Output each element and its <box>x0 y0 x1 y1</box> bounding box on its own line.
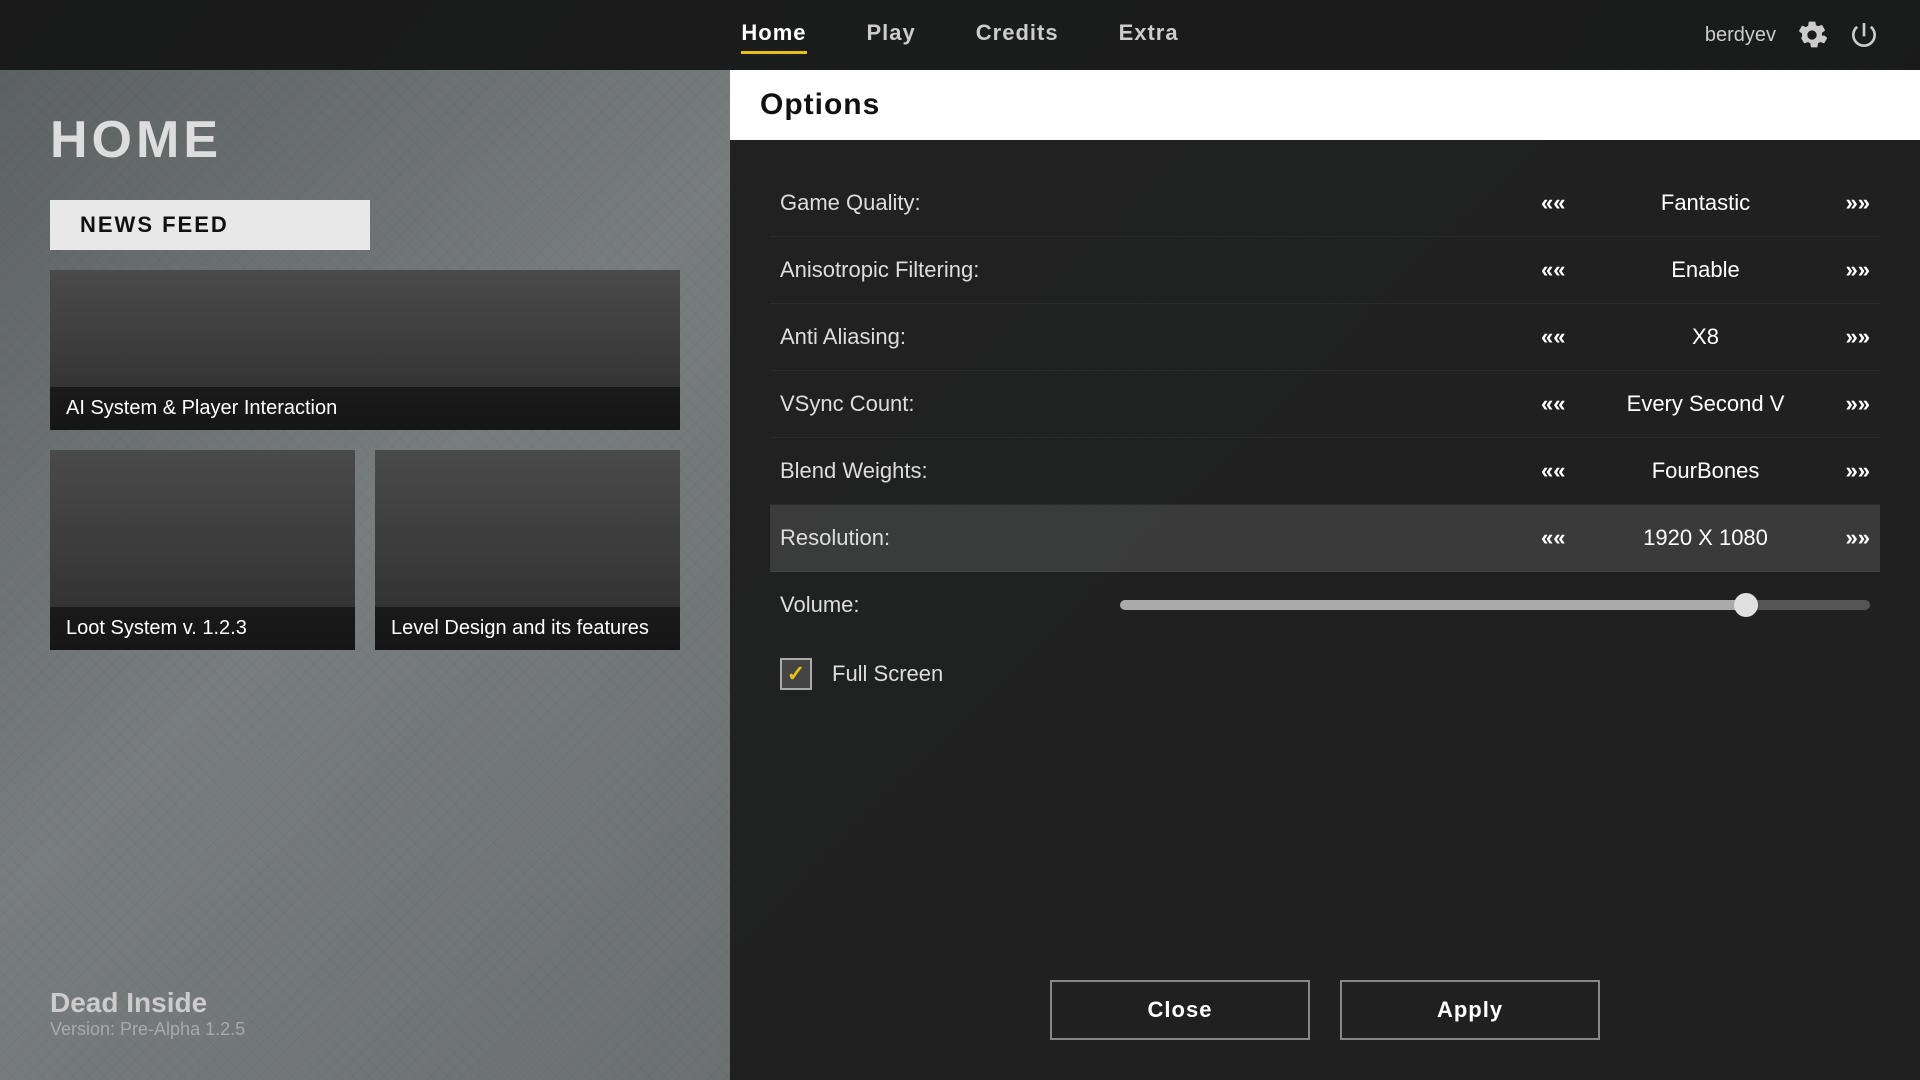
resolution-next[interactable]: »» <box>1846 525 1870 551</box>
resolution-value: 1920 X 1080 <box>1596 525 1816 551</box>
checkbox-check-icon: ✓ <box>787 661 805 687</box>
news-cards: AI System & Player Interaction Loot Syst… <box>50 270 680 650</box>
options-header: Options <box>730 70 1920 140</box>
options-panel: Options Game Quality: «« Fantastic »» An… <box>730 70 1920 1080</box>
blend-weights-prev[interactable]: «« <box>1541 458 1565 484</box>
option-label-anti-aliasing: Anti Aliasing: <box>780 324 1080 350</box>
option-label-anisotropic: Anisotropic Filtering: <box>780 257 1080 283</box>
game-quality-value: Fantastic <box>1596 190 1816 216</box>
home-title: HOME <box>50 110 680 170</box>
option-label-blend-weights: Blend Weights: <box>780 458 1080 484</box>
fullscreen-checkbox[interactable]: ✓ <box>780 658 812 690</box>
news-card-loot[interactable]: Loot System v. 1.2.3 <box>50 450 355 650</box>
volume-row: Volume: <box>770 572 1880 638</box>
fullscreen-row: ✓ Full Screen <box>770 638 1880 710</box>
nav-item-credits[interactable]: Credits <box>976 20 1059 50</box>
vsync-next[interactable]: »» <box>1846 391 1870 417</box>
news-card-large[interactable]: AI System & Player Interaction <box>50 270 680 430</box>
option-control-anti-aliasing: «« X8 »» <box>1541 324 1870 350</box>
option-row-game-quality: Game Quality: «« Fantastic »» <box>770 170 1880 237</box>
option-control-anisotropic: «« Enable »» <box>1541 257 1870 283</box>
anti-aliasing-prev[interactable]: «« <box>1541 324 1565 350</box>
news-card-level[interactable]: Level Design and its features <box>375 450 680 650</box>
volume-slider[interactable] <box>1120 600 1870 610</box>
apply-button[interactable]: Apply <box>1340 980 1600 1040</box>
option-label-game-quality: Game Quality: <box>780 190 1080 216</box>
slider-fill <box>1120 600 1758 610</box>
news-card-label-loot: Loot System v. 1.2.3 <box>50 607 355 650</box>
navbar: Home Play Credits Extra berdyev <box>0 0 1920 70</box>
power-icon[interactable] <box>1848 19 1880 51</box>
option-label-vsync: VSync Count: <box>780 391 1080 417</box>
anisotropic-next[interactable]: »» <box>1846 257 1870 283</box>
anti-aliasing-value: X8 <box>1596 324 1816 350</box>
news-cards-row: Loot System v. 1.2.3 Level Design and it… <box>50 450 680 650</box>
gear-icon[interactable] <box>1796 19 1828 51</box>
nav-right: berdyev <box>1705 19 1880 51</box>
main-area: HOME NEWS FEED AI System & Player Intera… <box>0 70 1920 1080</box>
blend-weights-next[interactable]: »» <box>1846 458 1870 484</box>
game-quality-prev[interactable]: «« <box>1541 190 1565 216</box>
anti-aliasing-next[interactable]: »» <box>1846 324 1870 350</box>
fullscreen-label: Full Screen <box>832 661 943 687</box>
nav-item-home[interactable]: Home <box>741 20 806 50</box>
blend-weights-value: FourBones <box>1596 458 1816 484</box>
left-panel: HOME NEWS FEED AI System & Player Intera… <box>0 70 730 1080</box>
option-row-anti-aliasing: Anti Aliasing: «« X8 »» <box>770 304 1880 371</box>
options-footer: Close Apply <box>730 960 1920 1080</box>
nav-item-play[interactable]: Play <box>867 20 916 50</box>
newsfeed-tab[interactable]: NEWS FEED <box>50 200 370 250</box>
nav-links: Home Play Credits Extra <box>40 20 1880 50</box>
option-control-resolution: «« 1920 X 1080 »» <box>1541 525 1870 551</box>
options-body: Game Quality: «« Fantastic »» Anisotropi… <box>730 140 1920 960</box>
volume-label: Volume: <box>780 592 1080 618</box>
resolution-prev[interactable]: «« <box>1541 525 1565 551</box>
vsync-prev[interactable]: «« <box>1541 391 1565 417</box>
anisotropic-prev[interactable]: «« <box>1541 257 1565 283</box>
option-control-blend-weights: «« FourBones »» <box>1541 458 1870 484</box>
vsync-value: Every Second V <box>1596 391 1816 417</box>
close-button[interactable]: Close <box>1050 980 1310 1040</box>
news-card-label-level: Level Design and its features <box>375 607 680 650</box>
username-label: berdyev <box>1705 24 1776 47</box>
option-label-resolution: Resolution: <box>780 525 1080 551</box>
news-card-label-ai: AI System & Player Interaction <box>50 387 680 430</box>
option-control-game-quality: «« Fantastic »» <box>1541 190 1870 216</box>
nav-item-extra[interactable]: Extra <box>1119 20 1179 50</box>
game-quality-next[interactable]: »» <box>1846 190 1870 216</box>
option-row-resolution: Resolution: «« 1920 X 1080 »» <box>770 505 1880 572</box>
option-control-vsync: «« Every Second V »» <box>1541 391 1870 417</box>
option-row-anisotropic: Anisotropic Filtering: «« Enable »» <box>770 237 1880 304</box>
option-row-blend-weights: Blend Weights: «« FourBones »» <box>770 438 1880 505</box>
option-row-vsync: VSync Count: «« Every Second V »» <box>770 371 1880 438</box>
slider-thumb[interactable] <box>1734 593 1758 617</box>
anisotropic-value: Enable <box>1596 257 1816 283</box>
